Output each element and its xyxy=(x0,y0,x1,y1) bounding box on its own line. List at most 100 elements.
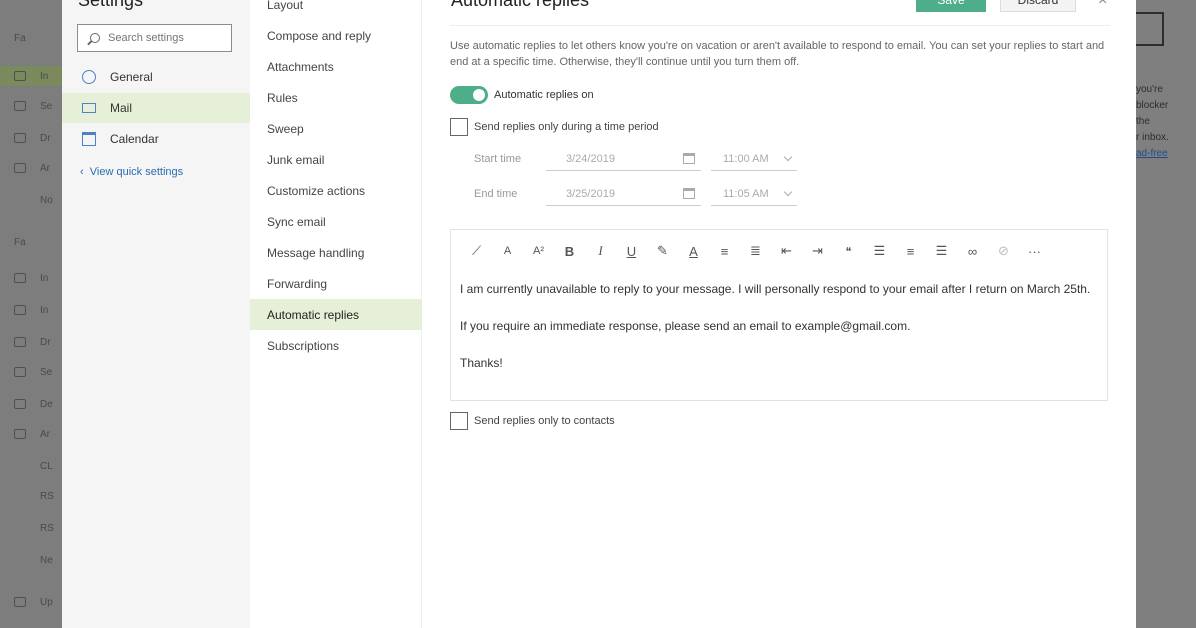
view-quick-settings-label: View quick settings xyxy=(89,166,184,178)
diamond-icon xyxy=(14,597,26,607)
bg-nav-row: In xyxy=(0,268,62,288)
font-size-icon[interactable]: A xyxy=(492,240,523,262)
gear-icon xyxy=(82,70,96,84)
decrease-indent-icon[interactable]: ⇤ xyxy=(771,240,802,262)
menu-item-sync-email[interactable]: Sync email xyxy=(250,206,422,237)
menu-item-attachments[interactable]: Attachments xyxy=(250,51,422,82)
save-button[interactable]: Save xyxy=(916,0,986,12)
nav-mail[interactable]: Mail xyxy=(62,93,250,123)
end-date-picker[interactable]: 3/25/2019 xyxy=(546,182,701,206)
toggle-knob xyxy=(473,89,485,101)
bg-promo-text: you're xyxy=(1136,84,1163,95)
formatting-toolbar: ⟋ A A² B I U ✎ A ≡ ≣ ⇤ ⇥ ❝ ☰ ≡ ☰ ∞ ⊘ ··· xyxy=(461,240,1050,262)
bg-nav-row: Dr xyxy=(0,332,62,352)
contacts-only-row: Send replies only to contacts xyxy=(450,412,615,430)
time-period-checkbox[interactable] xyxy=(450,118,468,136)
bg-nav-row: Ne xyxy=(40,554,53,566)
auto-replies-toggle-row: Automatic replies on xyxy=(450,86,594,104)
bg-nav-row: No xyxy=(40,194,53,206)
quote-icon[interactable]: ❝ xyxy=(833,240,864,262)
end-hour-select[interactable]: 11:05 AM xyxy=(711,182,797,206)
time-period-row: Send replies only during a time period xyxy=(450,118,659,136)
chevron-down-icon xyxy=(783,152,793,161)
discard-button[interactable]: Discard xyxy=(1000,0,1076,12)
chevron-down-icon xyxy=(783,187,793,196)
start-hour-select[interactable]: 11:00 AM xyxy=(711,147,797,171)
bg-promo-text: blocker xyxy=(1136,100,1169,111)
archive-icon xyxy=(14,429,26,439)
info-icon xyxy=(14,305,26,315)
font-color-icon[interactable]: A xyxy=(678,240,709,262)
calendar-icon xyxy=(683,153,695,164)
description-text: Use automatic replies to let others know… xyxy=(450,40,1105,68)
chevron-left-icon: ‹ xyxy=(80,166,84,178)
search-input[interactable] xyxy=(108,32,228,44)
superscript-icon[interactable]: A² xyxy=(523,240,554,262)
bg-nav-row: Fa xyxy=(14,236,26,248)
close-icon[interactable]: × xyxy=(1098,0,1107,10)
unlink-icon[interactable]: ⊘ xyxy=(988,240,1019,262)
menu-item-sweep[interactable]: Sweep xyxy=(250,113,422,144)
mail-icon xyxy=(82,103,96,113)
toggle-label: Automatic replies on xyxy=(494,89,594,101)
menu-item-compose-and-reply[interactable]: Compose and reply xyxy=(250,20,422,51)
align-right-icon[interactable]: ☰ xyxy=(926,240,957,262)
bg-promo-text: r inbox. xyxy=(1136,132,1169,143)
auto-replies-toggle[interactable] xyxy=(450,86,488,104)
message-paragraph: If you require an immediate response, pl… xyxy=(460,319,911,333)
more-icon[interactable]: ··· xyxy=(1019,240,1050,262)
mail-settings-menu: Layout Compose and reply Attachments Rul… xyxy=(250,0,422,628)
bold-icon[interactable]: B xyxy=(554,240,585,262)
nav-label: General xyxy=(110,70,153,84)
start-date-value: 3/24/2019 xyxy=(566,152,615,165)
start-time-label: Start time xyxy=(474,153,522,165)
inbox-icon xyxy=(14,71,26,81)
message-body[interactable]: I am currently unavailable to reply to y… xyxy=(460,280,1100,391)
contacts-only-checkbox[interactable] xyxy=(450,412,468,430)
view-quick-settings-link[interactable]: ‹ View quick settings xyxy=(80,166,183,178)
italic-icon[interactable]: I xyxy=(585,240,616,262)
time-period-label: Send replies only during a time period xyxy=(474,121,659,133)
menu-item-customize-actions[interactable]: Customize actions xyxy=(250,175,422,206)
numbering-icon[interactable]: ≣ xyxy=(740,240,771,262)
highlight-icon[interactable]: ✎ xyxy=(647,240,678,262)
end-hour-value: 11:05 AM xyxy=(723,187,769,200)
bg-nav-row: CL xyxy=(40,460,53,472)
menu-item-layout[interactable]: Layout xyxy=(250,0,422,20)
search-icon xyxy=(90,33,100,43)
nav-general[interactable]: General xyxy=(62,62,250,92)
bg-promo-text: the xyxy=(1136,116,1150,127)
menu-item-message-handling[interactable]: Message handling xyxy=(250,237,422,268)
format-painter-icon[interactable]: ⟋ xyxy=(461,240,492,262)
increase-indent-icon[interactable]: ⇥ xyxy=(802,240,833,262)
align-center-icon[interactable]: ≡ xyxy=(895,240,926,262)
menu-item-junk-email[interactable]: Junk email xyxy=(250,144,422,175)
message-editor: ⟋ A A² B I U ✎ A ≡ ≣ ⇤ ⇥ ❝ ☰ ≡ ☰ ∞ ⊘ ··· xyxy=(450,229,1108,401)
bullets-icon[interactable]: ≡ xyxy=(709,240,740,262)
calendar-icon xyxy=(683,188,695,199)
link-icon[interactable]: ∞ xyxy=(957,240,988,262)
nav-label: Calendar xyxy=(110,132,159,146)
nav-calendar[interactable]: Calendar xyxy=(62,124,250,154)
menu-item-automatic-replies[interactable]: Automatic replies xyxy=(250,299,422,330)
align-left-icon[interactable]: ☰ xyxy=(864,240,895,262)
bg-nav-row: Fa xyxy=(14,32,26,44)
search-box[interactable] xyxy=(77,24,232,52)
bg-nav-row: RS xyxy=(40,522,54,534)
message-paragraph: Thanks! xyxy=(460,356,503,370)
menu-item-subscriptions[interactable]: Subscriptions xyxy=(250,330,422,361)
bg-nav-row: Se xyxy=(0,96,62,116)
settings-dialog: Settings General Mail Calendar ‹ View qu… xyxy=(62,0,1136,628)
delete-icon xyxy=(14,399,26,409)
start-date-picker[interactable]: 3/24/2019 xyxy=(546,147,701,171)
draft-icon xyxy=(14,337,26,347)
start-time-row: Start time 3/24/2019 11:00 AM xyxy=(474,147,797,171)
bg-nav-row: De xyxy=(0,394,62,414)
checkbox-illustration-icon xyxy=(1136,12,1164,46)
bg-nav-row: Se xyxy=(0,362,62,382)
end-time-row: End time 3/25/2019 11:05 AM xyxy=(474,182,797,206)
menu-item-rules[interactable]: Rules xyxy=(250,82,422,113)
menu-item-forwarding[interactable]: Forwarding xyxy=(250,268,422,299)
underline-icon[interactable]: U xyxy=(616,240,647,262)
message-paragraph: I am currently unavailable to reply to y… xyxy=(460,282,1091,296)
